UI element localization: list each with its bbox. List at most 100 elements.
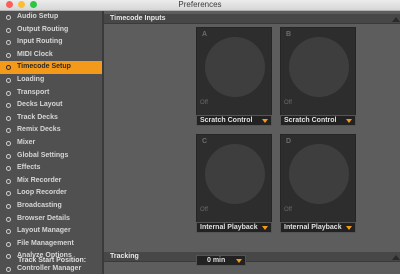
sidebar-item-label: Controller Manager: [17, 264, 82, 272]
preferences-content: Timecode Inputs A Off Scratch Control B …: [104, 11, 400, 274]
timecode-deck-c[interactable]: C Off: [196, 134, 272, 224]
deck-b-mode-dropdown[interactable]: Scratch Control: [280, 115, 356, 126]
timecode-deck-a[interactable]: A Off: [196, 27, 272, 117]
dropdown-value: Internal Playback: [200, 224, 258, 231]
sidebar-item-mixer[interactable]: Mixer: [0, 137, 102, 150]
sidebar-item-label: Effects: [17, 164, 41, 172]
timecode-scope-icon: [205, 144, 265, 204]
bullet-icon: [6, 140, 11, 146]
sidebar-item-loading[interactable]: Loading: [0, 74, 102, 87]
chevron-down-icon: [262, 226, 268, 230]
sidebar-item-browser-details[interactable]: Browser Details: [0, 213, 102, 226]
sidebar-item-label: MIDI Clock: [17, 50, 53, 58]
bullet-icon: [6, 90, 11, 96]
deck-status: Off: [200, 207, 208, 213]
deck-status: Off: [284, 100, 292, 106]
bullet-icon: [6, 254, 11, 260]
bullet-icon: [6, 27, 11, 33]
bullet-icon: [6, 166, 11, 172]
sidebar-item-broadcasting[interactable]: Broadcasting: [0, 200, 102, 213]
sidebar-item-label: Broadcasting: [17, 201, 62, 209]
dropdown-value: 0 min: [207, 257, 226, 264]
timecode-scope-icon: [289, 37, 349, 97]
sidebar-item-label: Audio Setup: [17, 13, 59, 20]
sidebar-item-label: File Management: [17, 239, 74, 247]
deck-letter: B: [286, 31, 292, 38]
sidebar-item-label: Track Decks: [17, 113, 58, 121]
bullet-icon: [6, 40, 11, 46]
deck-letter: A: [202, 31, 208, 38]
deck-d-mode-dropdown[interactable]: Internal Playback: [280, 222, 356, 233]
bullet-icon: [6, 266, 11, 272]
sidebar-item-label: Mixer: [17, 138, 36, 146]
sidebar-item-decks-layout[interactable]: Decks Layout: [0, 99, 102, 112]
bullet-icon: [6, 216, 11, 222]
preferences-sidebar: Audio Setup Output Routing Input Routing…: [0, 11, 104, 274]
dropdown-value: Internal Playback: [284, 224, 342, 231]
sidebar-item-global-settings[interactable]: Global Settings: [0, 150, 102, 163]
deck-status: Off: [200, 100, 208, 106]
deck-status: Off: [284, 207, 292, 213]
sidebar-item-label: Layout Manager: [17, 227, 71, 235]
sidebar-item-transport[interactable]: Transport: [0, 87, 102, 100]
sidebar-item-label: Output Routing: [17, 25, 69, 33]
sidebar-item-mix-recorder[interactable]: Mix Recorder: [0, 175, 102, 188]
sidebar-item-label: Mix Recorder: [17, 176, 62, 184]
timecode-inputs-header: Timecode Inputs: [104, 14, 400, 24]
sidebar-item-label: Input Routing: [17, 38, 63, 46]
bullet-icon: [6, 77, 11, 83]
sidebar-item-midi-clock[interactable]: MIDI Clock: [0, 49, 102, 62]
bullet-icon: [6, 15, 11, 20]
timecode-scope-icon: [289, 144, 349, 204]
bullet-icon: [6, 203, 11, 209]
timecode-deck-d[interactable]: D Off: [280, 134, 356, 224]
dropdown-value: Scratch Control: [200, 117, 253, 124]
sidebar-item-effects[interactable]: Effects: [0, 162, 102, 175]
scroll-up-arrow-icon[interactable]: [392, 17, 400, 22]
sidebar-item-loop-recorder[interactable]: Loop Recorder: [0, 187, 102, 200]
window-title: Preferences: [178, 0, 222, 9]
sidebar-item-layout-manager[interactable]: Layout Manager: [0, 225, 102, 238]
bullet-icon: [6, 153, 11, 159]
track-start-position-dropdown[interactable]: 0 min: [196, 255, 246, 266]
sidebar-item-label: Timecode Setup: [17, 63, 71, 71]
sidebar-item-label: Transport: [17, 88, 50, 96]
timecode-scope-icon: [205, 37, 265, 97]
sidebar-item-label: Browser Details: [17, 214, 70, 222]
sidebar-item-label: Loading: [17, 75, 45, 83]
title-bar: Preferences: [0, 0, 400, 11]
bullet-icon: [6, 191, 11, 197]
sidebar-item-remix-decks[interactable]: Remix Decks: [0, 124, 102, 137]
bullet-icon: [6, 115, 11, 121]
chevron-down-icon: [236, 259, 242, 263]
deck-letter: C: [202, 138, 208, 145]
bullet-icon: [6, 178, 11, 184]
chevron-down-icon: [346, 119, 352, 123]
sidebar-item-label: Global Settings: [17, 151, 69, 159]
sidebar-item-track-decks[interactable]: Track Decks: [0, 112, 102, 125]
sidebar-item-label: Decks Layout: [17, 101, 63, 109]
sidebar-item-input-routing[interactable]: Input Routing: [0, 36, 102, 49]
sidebar-item-label: Remix Decks: [17, 126, 61, 134]
sidebar-item-controller-manager[interactable]: Controller Manager: [0, 263, 102, 274]
sidebar-item-file-management[interactable]: File Management: [0, 238, 102, 251]
bullet-icon: [6, 229, 11, 235]
dropdown-value: Scratch Control: [284, 117, 337, 124]
sidebar-item-timecode-setup[interactable]: Timecode Setup: [0, 61, 102, 74]
bullet-icon: [6, 65, 11, 71]
chevron-down-icon: [346, 226, 352, 230]
sidebar-item-output-routing[interactable]: Output Routing: [0, 24, 102, 37]
deck-c-mode-dropdown[interactable]: Internal Playback: [196, 222, 272, 233]
sidebar-item-audio-setup[interactable]: Audio Setup: [0, 11, 102, 24]
scroll-up-arrow-icon[interactable]: [392, 255, 400, 260]
deck-a-mode-dropdown[interactable]: Scratch Control: [196, 115, 272, 126]
bullet-icon: [6, 128, 11, 134]
chevron-down-icon: [262, 119, 268, 123]
tracking-header: Tracking: [104, 252, 400, 262]
deck-letter: D: [286, 138, 292, 145]
sidebar-item-label: Loop Recorder: [17, 189, 67, 197]
bullet-icon: [6, 103, 11, 109]
bullet-icon: [6, 52, 11, 58]
bullet-icon: [6, 241, 11, 247]
timecode-deck-b[interactable]: B Off: [280, 27, 356, 117]
